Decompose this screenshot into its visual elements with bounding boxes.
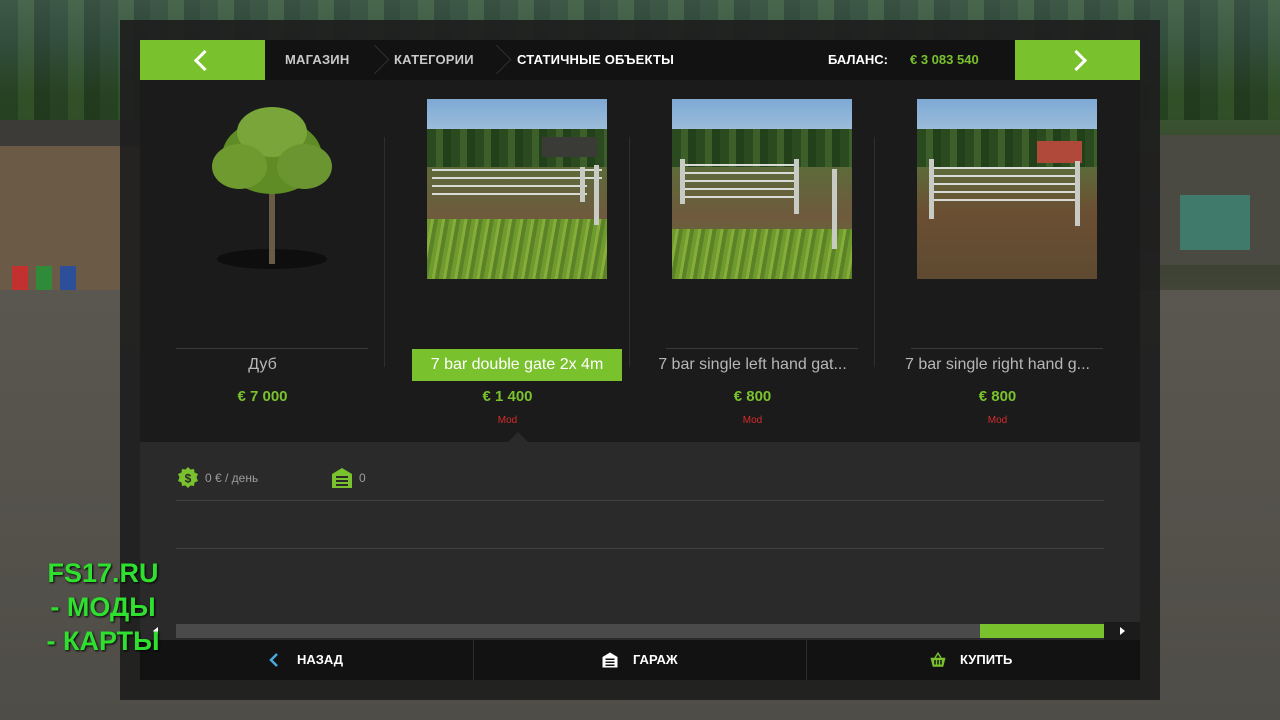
item-divider — [666, 348, 858, 349]
buy-button[interactable]: КУПИТЬ — [807, 640, 1140, 680]
watermark-line: FS17.RU — [47, 558, 159, 588]
garage-button[interactable]: ГАРАЖ — [474, 640, 806, 680]
selection-pointer — [508, 432, 528, 442]
item-image-double-gate — [427, 99, 607, 279]
chevron-right-icon — [1065, 49, 1088, 72]
background-truck — [1160, 135, 1280, 265]
back-label: НАЗАД — [297, 652, 344, 667]
mod-badge: Mod — [742, 415, 763, 426]
previous-category-button[interactable] — [140, 40, 265, 80]
scrollbar-track[interactable] — [176, 624, 1104, 638]
scrollbar-thumb[interactable] — [980, 624, 1104, 638]
item-image-single-left-gate — [672, 99, 852, 279]
item-list: Дуб € 7 000 7 bar double gate 2x 4m € 1 … — [140, 80, 1140, 442]
garage-icon — [332, 468, 352, 488]
chevron-left-icon — [269, 653, 278, 667]
watermark-line: - МОДЫ — [50, 592, 156, 622]
footer-bar: НАЗАД ГАРАЖ КУПИТЬ — [140, 640, 1140, 680]
item-price: € 800 — [978, 388, 1017, 405]
watermark-line: - КАРТЫ — [46, 626, 160, 656]
breadcrumb-separator — [490, 40, 504, 80]
item-image-single-right-gate — [917, 99, 1097, 279]
balance-value: € 3 083 540 — [910, 52, 979, 67]
garage-label: ГАРАЖ — [633, 652, 678, 667]
breadcrumb-separator — [368, 40, 382, 80]
upkeep-value: 0 € / день — [205, 471, 259, 485]
background-building — [0, 120, 140, 290]
item-details: $ 0 € / день 0 — [140, 442, 1140, 640]
item-divider — [176, 348, 368, 349]
watermark: FS17.RU - МОДЫ - КАРТЫ — [8, 556, 198, 658]
scroll-right-icon[interactable] — [1120, 627, 1125, 635]
mod-badge: Mod — [987, 415, 1008, 426]
item-name: 7 bar single left hand gat... — [658, 356, 847, 373]
item-price: € 800 — [733, 388, 772, 405]
item-image-oak — [182, 99, 362, 279]
item-name: Дуб — [248, 356, 277, 373]
item-name: 7 bar double gate 2x 4m — [412, 349, 622, 381]
shop-item-oak[interactable]: Дуб € 7 000 — [140, 80, 385, 442]
item-price: € 7 000 — [237, 388, 288, 405]
basket-icon — [930, 651, 946, 667]
garage-icon — [602, 652, 618, 668]
item-scrollbar[interactable] — [140, 622, 1140, 640]
breadcrumb-static-objects: СТАТИЧНЫЕ ОБЪЕКТЫ — [517, 52, 675, 67]
money-icon: $ — [178, 467, 198, 488]
breadcrumb-categories[interactable]: КАТЕГОРИИ — [394, 40, 474, 80]
details-divider — [176, 500, 1104, 501]
buy-label: КУПИТЬ — [960, 652, 1013, 667]
shop-item-single-right-gate[interactable]: 7 bar single right hand g... € 800 Mod — [875, 80, 1120, 442]
top-bar: МАГАЗИН КАТЕГОРИИ СТАТИЧНЫЕ ОБЪЕКТЫ БАЛА… — [140, 40, 1140, 80]
capacity-value: 0 — [359, 471, 366, 485]
shop-item-double-gate[interactable]: 7 bar double gate 2x 4m € 1 400 Mod — [385, 80, 630, 442]
item-divider — [911, 348, 1103, 349]
svg-text:$: $ — [185, 472, 192, 486]
shop-item-single-left-gate[interactable]: 7 bar single left hand gat... € 800 Mod — [630, 80, 875, 442]
next-category-button[interactable] — [1015, 40, 1140, 80]
breadcrumb-shop[interactable]: МАГАЗИН — [285, 40, 349, 80]
item-name: 7 bar single right hand g... — [904, 356, 1090, 373]
item-price: € 1 400 — [482, 388, 533, 405]
balance-label: БАЛАНС: — [828, 52, 889, 67]
details-divider — [176, 548, 1104, 549]
chevron-left-icon — [193, 49, 216, 72]
mod-badge: Mod — [497, 415, 518, 426]
